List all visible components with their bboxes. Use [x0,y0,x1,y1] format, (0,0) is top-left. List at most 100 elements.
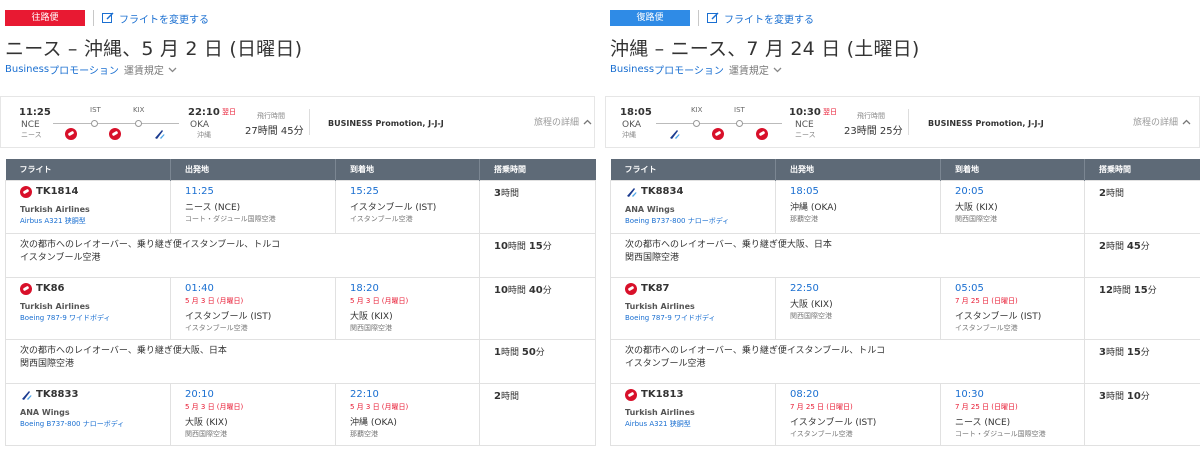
turkish-airlines-logo-icon [109,128,121,140]
flight-legs-table: フライト 出発地 到着地 搭乗時間 TK8834 ANA Wings Boein… [610,159,1200,446]
dep-airport: コート・ダジュール国際空港 [185,214,276,223]
dep-date: 5 月 3 日 (月曜日) [185,402,244,411]
chevron-up-icon [583,119,592,124]
itinerary-details-toggle[interactable]: 旅程の詳細 [534,115,592,128]
arrival-cell: 05:05 7 月 25 日 (日曜日) イスタンブール (IST) イスタンブ… [940,276,1085,340]
dep-time: 22:50 [790,282,819,294]
layover-airport: 関西国際空港 [20,358,75,369]
change-flight-label: フライトを変更する [724,14,814,26]
outbound-topbar: 往路便 フライトを変更する [5,10,209,26]
fare-type-row[interactable]: Business プロモーション 運賃規定 [5,62,177,77]
aircraft-link[interactable]: Airbus A321 狭胴型 [625,419,775,429]
layover-description: 次の都市へのレイオーバー、乗り継ぎ便イスタンブール、トルコ [20,239,281,250]
arr-date: 5 月 3 日 (月曜日) [350,296,409,305]
fare-rules-link[interactable]: 運賃規定 [729,62,769,77]
dep-date: 5 月 3 日 (月曜日) [185,296,244,305]
arr-date: 7 月 25 日 (日曜日) [955,296,1018,305]
flight-cell: TK8834 ANA Wings Boeing B737-800 ナローボディ [610,179,776,234]
header-flight: フライト [5,159,171,180]
stop-dot-2 [135,120,142,127]
arr-time: 10:30 [955,388,984,400]
airline-name: Turkish Airlines [625,301,695,311]
inbound-topbar: 復路便 フライトを変更する [610,10,814,26]
departure-cell: 18:05 沖縄 (OKA) 那覇空港 [775,179,941,234]
summary-arr-time: 10:30 [789,107,821,118]
outbound-column: 往路便 フライトを変更する ニース – 沖縄、5 月 2 日 (日曜日) Bus… [0,0,596,464]
dep-time: 20:10 [185,388,214,400]
flight-duration: 3時間 [494,187,519,199]
header-arrival: 到着地 [335,159,480,180]
layover-cell: 次の都市へのレイオーバー、乗り継ぎ便大阪、日本 関西国際空港 [5,338,480,384]
route-title: 沖縄 – ニース、7 月 24 日 (土曜日) [610,38,920,60]
layover-duration-cell: 3時間 15分 [1084,338,1200,384]
divider [309,109,310,135]
layover-duration-cell: 10時間 15分 [479,232,596,278]
ana-logo-icon [627,187,637,197]
turkish-airlines-logo-icon [625,282,637,295]
edit-icon [707,12,719,23]
fare-business: Business [610,64,655,75]
arr-time: 15:25 [350,185,379,197]
divider [908,109,909,135]
dep-airport: 那覇空港 [790,214,818,223]
header-arrival: 到着地 [940,159,1085,180]
turkish-airlines-logo-icon [20,282,32,295]
dep-city: イスタンブール (IST) [790,417,877,428]
stop-label-2: IST [734,106,745,114]
header-departure: 出発地 [775,159,941,180]
ana-logo-icon [670,130,680,139]
total-duration: 27時間 45分 [245,126,304,137]
aircraft-link[interactable]: Boeing B737-800 ナローボディ [625,216,775,226]
layover-description: 次の都市へのレイオーバー、乗り継ぎ便大阪、日本 [625,239,832,250]
fare-class: BUSINESS Promotion, J-J-J [928,119,1044,128]
dep-city: 大阪 (KIX) [185,417,228,428]
flight-number: TK1814 [36,186,79,197]
layover-description: 次の都市へのレイオーバー、乗り継ぎ便大阪、日本 [20,345,227,356]
change-flight-button[interactable]: フライトを変更する [102,11,209,26]
chevron-down-icon [168,67,177,72]
next-day-flag: 翌日 [823,108,837,116]
summary-arr-time: 22:10 [188,107,220,118]
itinerary-details-label: 旅程の詳細 [534,118,580,128]
turkish-airlines-logo-icon [625,388,637,401]
dep-time: 01:40 [185,282,214,294]
table-row: TK86 Turkish Airlines Boeing 787-9 ワイドボデ… [5,276,596,340]
aircraft-link[interactable]: Airbus A321 狭胴型 [20,216,170,226]
arr-airport: 関西国際空港 [350,323,392,332]
duration-cell: 2時間 [1084,179,1200,234]
fare-rules-link[interactable]: 運賃規定 [124,62,164,77]
duration-cell: 3時間 [479,179,596,234]
dep-city: 大阪 (KIX) [790,299,833,310]
total-duration: 23時間 25分 [844,126,903,137]
header-duration: 搭乗時間 [1084,159,1200,180]
arr-city: 大阪 (KIX) [955,202,998,213]
fare-type-row[interactable]: Business プロモーション 運賃規定 [610,62,782,77]
arr-airport: イスタンブール空港 [350,214,413,223]
summary-arr-city: 沖縄 [197,131,211,139]
header-departure: 出発地 [170,159,336,180]
itinerary-summary[interactable]: 18:05 OKA 沖縄 KIX IST 10:30 翌日 NCE ニース 飛行… [605,96,1200,148]
turkish-airlines-logo-icon [20,185,32,198]
arrival-cell: 18:20 5 月 3 日 (月曜日) 大阪 (KIX) 関西国際空港 [335,276,480,340]
summary-dep-time: 18:05 [620,107,652,118]
aircraft-link[interactable]: Boeing 787-9 ワイドボディ [20,313,170,323]
fare-promotion: プロモーション [49,66,119,77]
flight-cell: TK8833 ANA Wings Boeing B737-800 ナローボディ [5,382,171,446]
table-row: TK1814 Turkish Airlines Airbus A321 狭胴型 … [5,179,596,234]
dep-time: 18:05 [790,185,819,197]
airline-name: Turkish Airlines [625,407,695,417]
table-header-row: フライト 出発地 到着地 搭乗時間 [610,159,1200,180]
aircraft-link[interactable]: Boeing B737-800 ナローボディ [20,419,170,429]
change-flight-button[interactable]: フライトを変更する [707,11,814,26]
layover-duration: 3時間 15分 [1099,346,1150,358]
duration-cell: 12時間 15分 [1084,276,1200,340]
aircraft-link[interactable]: Boeing 787-9 ワイドボディ [625,313,775,323]
duration-cell: 10時間 40分 [479,276,596,340]
itinerary-summary[interactable]: 11:25 NCE ニース IST KIX 22:10 翌日 OKA 沖縄 飛行… [0,96,595,148]
airline-name: ANA Wings [20,407,70,417]
itinerary-details-toggle[interactable]: 旅程の詳細 [1133,115,1191,128]
dep-date: 7 月 25 日 (日曜日) [790,402,853,411]
flight-duration: 2時間 [1099,187,1124,199]
arr-airport: コート・ダジュール国際空港 [955,429,1046,438]
arr-city: イスタンブール (IST) [955,311,1042,322]
